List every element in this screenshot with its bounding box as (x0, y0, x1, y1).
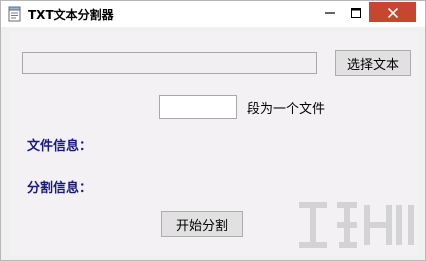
minimize-button[interactable] (317, 2, 343, 22)
file-info-label: 文件信息： (27, 139, 93, 154)
maximize-button[interactable] (343, 2, 369, 22)
close-button[interactable] (369, 2, 416, 22)
app-window: TXT文本分割器 选择文本 段为一个文件 文件信息： 分割信息： 开始分割 (0, 0, 426, 261)
minimize-icon (325, 3, 335, 22)
start-split-button[interactable]: 开始分割 (161, 211, 243, 237)
window-title: TXT文本分割器 (28, 8, 114, 22)
maximize-icon (351, 3, 361, 22)
watermark-logo (293, 191, 423, 259)
close-icon (387, 3, 398, 22)
select-text-button[interactable]: 选择文本 (335, 50, 411, 76)
file-path-field[interactable] (22, 52, 317, 74)
segment-count-label: 段为一个文件 (247, 102, 326, 117)
notepad-icon (7, 6, 23, 22)
split-info-label: 分割信息： (27, 181, 93, 196)
segment-count-input[interactable] (159, 95, 237, 119)
title-bar[interactable]: TXT文本分割器 (1, 1, 425, 27)
